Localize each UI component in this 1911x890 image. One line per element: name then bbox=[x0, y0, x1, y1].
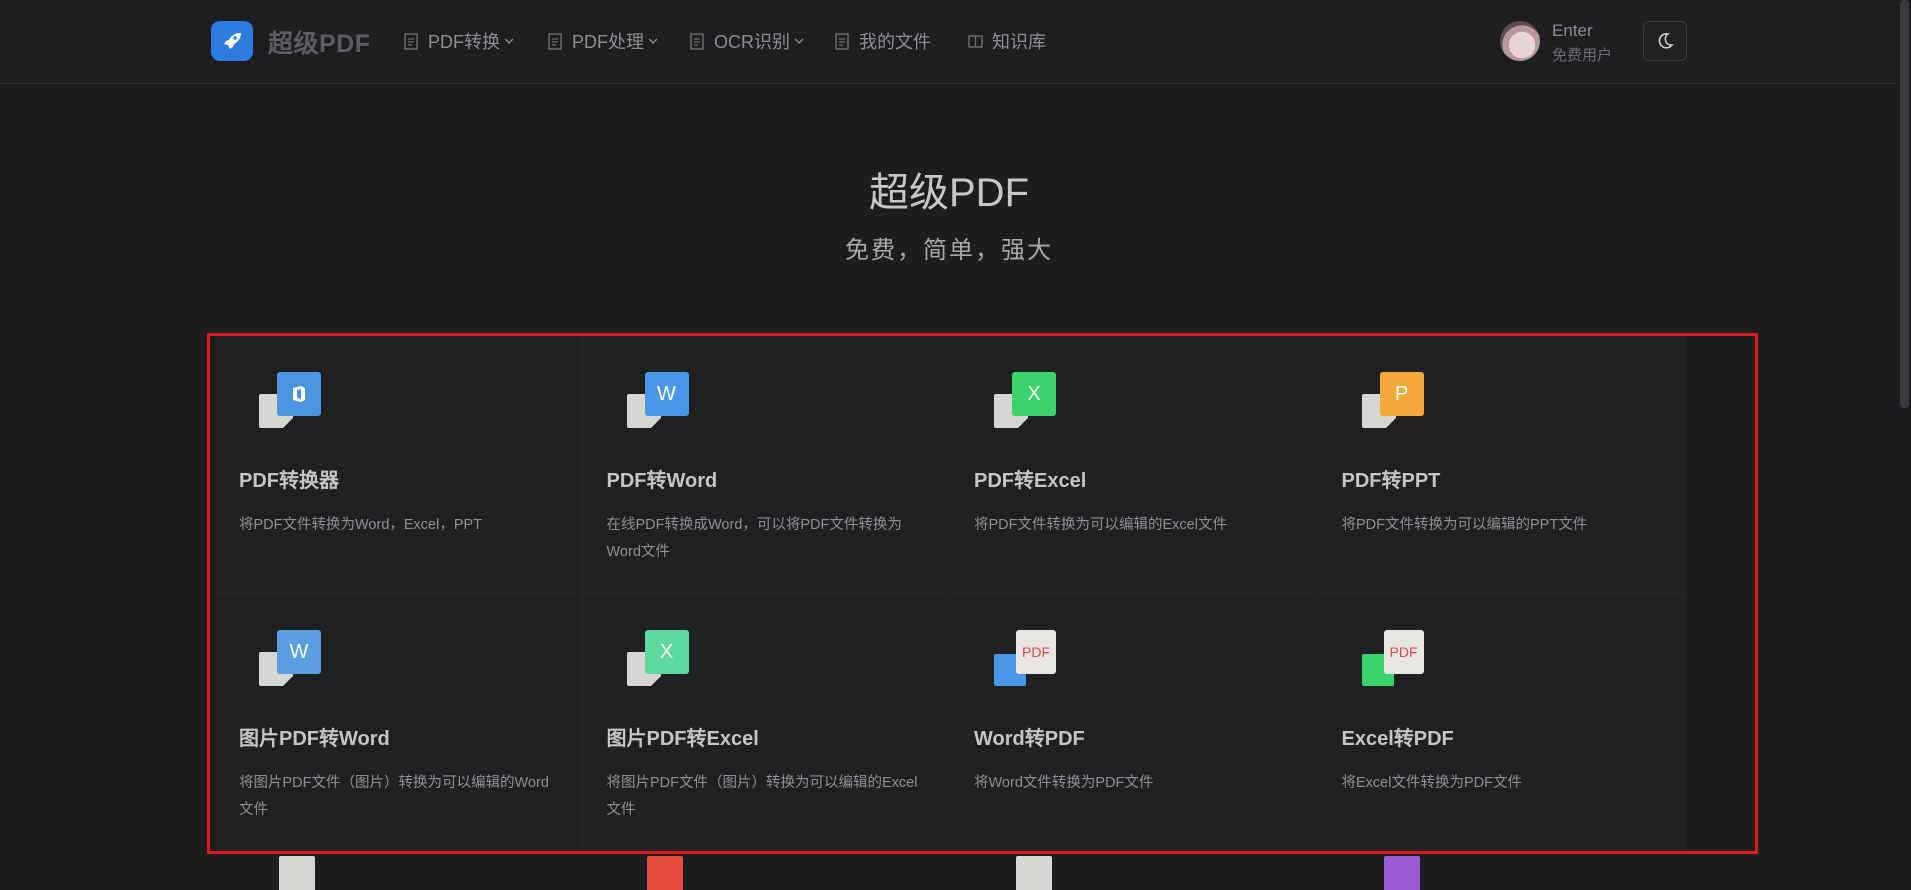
tool-grid: PDF转换器将PDF文件转换为Word，Excel，PPT W PDF转Word 在线… bbox=[215, 336, 1685, 856]
document-icon bbox=[404, 32, 418, 50]
word-icon: W bbox=[259, 630, 321, 692]
next-row-icon-peek bbox=[1384, 856, 1420, 890]
top-navbar: 超级PDF PDF转换 PDF处理 OCR识别 我的文件 知识库 Enter 免… bbox=[0, 0, 1898, 84]
tool-description: 将Excel文件转换为PDF文件 bbox=[1341, 775, 1522, 791]
tool-description: 将PDF文件转换为可以编辑的PPT文件 bbox=[1341, 517, 1588, 533]
tool-title[interactable]: Excel转PDF bbox=[1342, 722, 1454, 751]
office-icon bbox=[259, 372, 321, 434]
user-name[interactable]: Enter bbox=[1552, 21, 1593, 41]
nav-pdf-process[interactable]: PDF处理 bbox=[548, 28, 658, 54]
nav-knowledge-base[interactable]: 知识库 bbox=[968, 28, 1046, 54]
tool-description: 将图片PDF文件（图片）转换为可以编辑的Word文件 bbox=[239, 775, 549, 818]
chevron-down-icon bbox=[504, 38, 514, 44]
pdf-icon: PDF bbox=[994, 630, 1056, 692]
nav-my-files[interactable]: 我的文件 bbox=[835, 28, 931, 54]
nav-label: PDF处理 bbox=[572, 32, 644, 52]
scrollbar-thumb[interactable] bbox=[1900, 0, 1909, 408]
next-row-icon-peek bbox=[647, 856, 683, 890]
brand-name[interactable]: 超级PDF bbox=[268, 24, 371, 60]
next-row-icon-peek bbox=[279, 856, 315, 890]
tool-card[interactable]: PDF Word转PDF 将Word文件转换为PDF文件 bbox=[950, 594, 1318, 852]
excel-icon: X bbox=[994, 372, 1056, 434]
tool-title[interactable]: PDF转Word bbox=[607, 464, 718, 493]
nav-label: OCR识别 bbox=[714, 32, 790, 52]
nav-label: 知识库 bbox=[992, 32, 1046, 52]
pdf-icon: PDF bbox=[1361, 630, 1424, 692]
nav-label: PDF转换 bbox=[428, 32, 500, 52]
avatar[interactable] bbox=[1500, 21, 1540, 61]
next-row-icon-peek bbox=[1016, 856, 1052, 890]
document-icon bbox=[548, 32, 562, 50]
book-icon bbox=[968, 34, 983, 48]
chevron-down-icon bbox=[794, 38, 804, 44]
tool-card[interactable]: W 图片PDF转Word 将图片PDF文件（图片）转换为可以编辑的Word文件 bbox=[215, 594, 583, 852]
tool-title[interactable]: PDF转换器 bbox=[239, 464, 339, 493]
user-plan: 免费用户 bbox=[1552, 47, 1613, 64]
page-title: 超级PDF bbox=[869, 171, 1029, 215]
tool-description: 将Word文件转换为PDF文件 bbox=[974, 775, 1154, 791]
theme-toggle-button[interactable] bbox=[1643, 21, 1687, 61]
document-icon bbox=[835, 32, 849, 50]
excel-icon: X bbox=[626, 630, 689, 692]
tool-description: 在线PDF转换成Word，可以将PDF文件转换为Word文件 bbox=[606, 517, 902, 560]
nav-label: 我的文件 bbox=[859, 32, 931, 52]
moon-icon bbox=[1658, 33, 1674, 49]
nav-ocr[interactable]: OCR识别 bbox=[690, 28, 804, 54]
nav-pdf-convert[interactable]: PDF转换 bbox=[404, 28, 514, 54]
tool-description: 将图片PDF文件（图片）转换为可以编辑的Excel文件 bbox=[606, 775, 918, 818]
tool-title[interactable]: 图片PDF转Excel bbox=[607, 722, 759, 751]
tool-card[interactable]: PDF Excel转PDF 将Excel文件转换为PDF文件 bbox=[1317, 594, 1685, 852]
chevron-down-icon bbox=[648, 38, 658, 44]
document-icon bbox=[690, 32, 704, 50]
ppt-icon: P bbox=[1361, 372, 1424, 434]
rocket-logo-icon[interactable] bbox=[211, 21, 253, 61]
tool-description: 将PDF文件转换为可以编辑的Excel文件 bbox=[974, 517, 1227, 533]
tool-card[interactable]: P PDF转PPT 将PDF文件转换为可以编辑的PPT文件 bbox=[1317, 336, 1685, 594]
tool-card[interactable]: X 图片PDF转Excel 将图片PDF文件（图片）转换为可以编辑的Excel文件 bbox=[582, 594, 950, 852]
tool-card[interactable]: W PDF转Word 在线PDF转换成Word，可以将PDF文件转换为Word文件 bbox=[582, 336, 950, 594]
tool-title[interactable]: 图片PDF转Word bbox=[239, 722, 390, 751]
tool-title[interactable]: PDF转PPT bbox=[1342, 464, 1441, 493]
tool-title[interactable]: PDF转Excel bbox=[974, 464, 1086, 493]
tool-card[interactable]: X PDF转Excel 将PDF文件转换为可以编辑的Excel文件 bbox=[950, 336, 1318, 594]
word-icon: W bbox=[626, 372, 689, 434]
tool-title[interactable]: Word转PDF bbox=[974, 722, 1085, 751]
tool-description: 将PDF文件转换为Word，Excel，PPT bbox=[239, 517, 483, 533]
page-subtitle: 免费，简单，强大 bbox=[845, 237, 1053, 264]
tool-card[interactable]: PDF转换器将PDF文件转换为Word，Excel，PPT bbox=[215, 336, 583, 594]
